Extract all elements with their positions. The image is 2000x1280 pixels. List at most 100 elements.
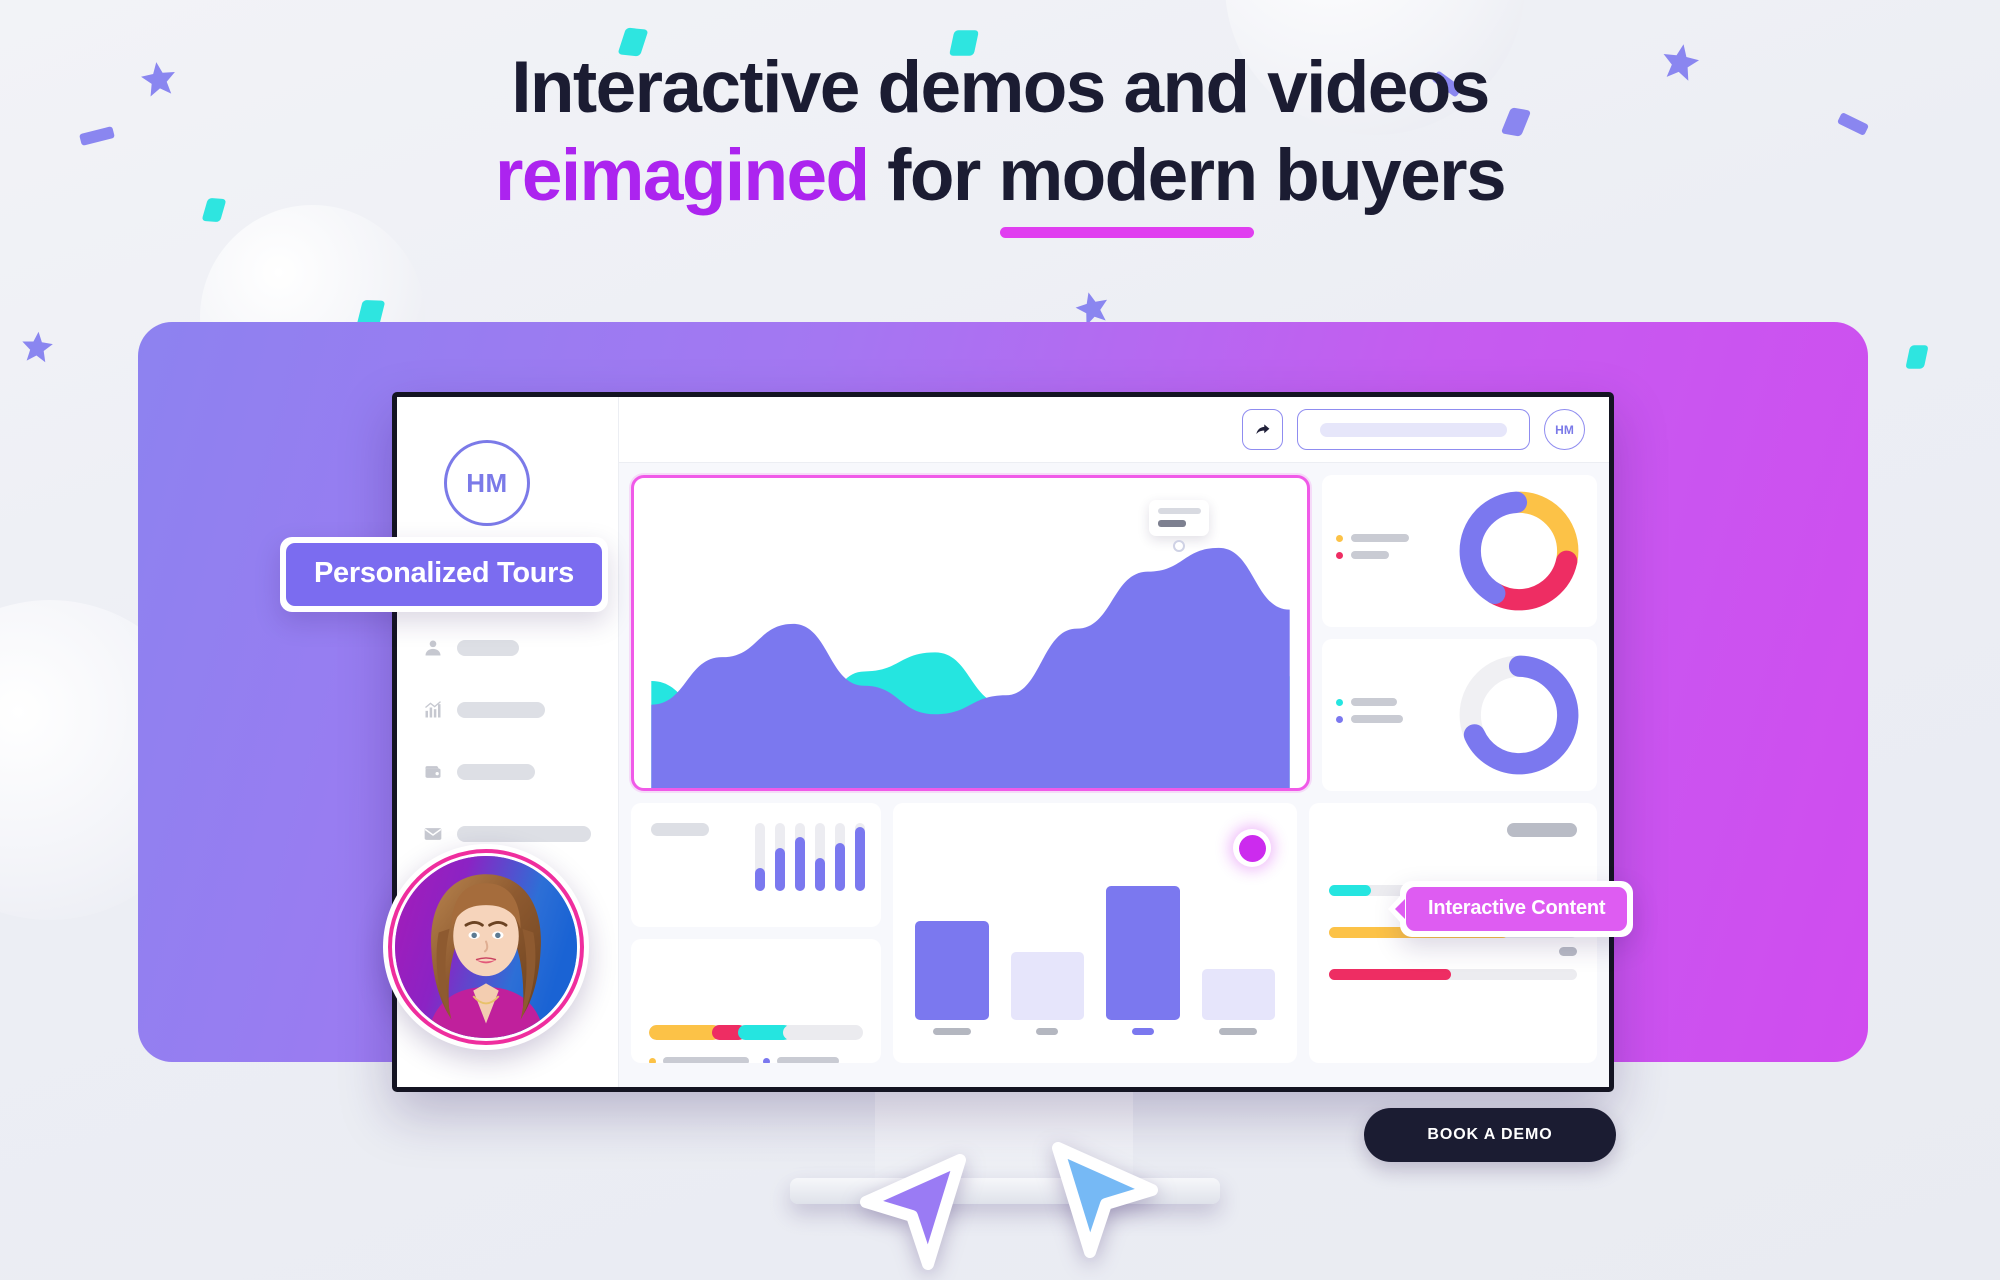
chart-tooltip	[1149, 500, 1209, 536]
confetti-diamond-icon	[1905, 345, 1929, 369]
progress-value-bar	[1559, 947, 1577, 956]
legend-item	[649, 1057, 749, 1063]
callout-tours-label: Personalized Tours	[286, 543, 602, 606]
donut-legend-1	[1336, 534, 1455, 568]
legend-label-bar	[1351, 551, 1389, 559]
legend-item	[1336, 715, 1455, 723]
legend-label-bar	[1351, 715, 1403, 723]
legend-dot	[649, 1057, 656, 1063]
book-demo-button[interactable]: BOOK A DEMO	[1364, 1108, 1616, 1162]
legend-dot	[1336, 698, 1343, 706]
headline-text-buyers: buyers	[1256, 135, 1506, 216]
book-demo-label: BOOK A DEMO	[1427, 1126, 1553, 1143]
card-title-bar	[651, 823, 709, 836]
cursor-purple-icon	[858, 1148, 978, 1278]
topbar-avatar[interactable]: HM	[1544, 409, 1585, 450]
legend-item	[763, 1057, 839, 1063]
bar-chart-column[interactable]	[1010, 952, 1084, 1035]
card-title-bar	[1507, 823, 1577, 837]
hero-banner: Interactive demos and videos reimagined …	[0, 0, 2000, 1280]
bar-chart-column[interactable]	[915, 921, 989, 1035]
sparkline-fill	[755, 868, 765, 891]
bar-chart	[915, 831, 1275, 1035]
sidebar-item-label-bar	[457, 764, 535, 780]
sidebar-item-mail[interactable]	[423, 823, 603, 845]
stacked-bar-card[interactable]	[631, 939, 881, 1063]
bar-rect	[1201, 969, 1275, 1020]
highlight-dot[interactable]	[1233, 829, 1271, 867]
sparkline-fill	[855, 827, 865, 891]
legend-item	[1336, 698, 1455, 706]
presenter-avatar[interactable]	[383, 844, 589, 1050]
callout-content-label: Interactive Content	[1406, 887, 1628, 931]
headline-line-2: reimagined for modern buyers	[0, 132, 2000, 238]
donut-chart-card-2[interactable]	[1322, 639, 1597, 791]
bar-chart-column[interactable]	[1106, 886, 1180, 1035]
sparkline-bars	[755, 823, 865, 891]
bar-label-bar	[1219, 1028, 1258, 1035]
sidebar-item-wallet[interactable]	[423, 761, 603, 783]
legend-dot	[1336, 551, 1343, 559]
callout-personalized-tours[interactable]: Personalized Tours	[280, 537, 608, 612]
sidebar-avatar-initials: HM	[466, 467, 508, 498]
share-icon[interactable]	[1242, 409, 1283, 450]
donut-legend-2	[1336, 698, 1455, 732]
headline-underline-text: modern	[998, 135, 1258, 216]
legend-label-bar	[777, 1057, 839, 1063]
stacked-bar-legend	[649, 1057, 839, 1063]
search-input[interactable]	[1297, 409, 1530, 450]
bar-label-bar	[1131, 1028, 1154, 1035]
headline-line-1: Interactive demos and videos	[511, 47, 1490, 128]
sparkline-track	[775, 823, 785, 891]
sparkline-track	[815, 823, 825, 891]
legend-item	[1336, 534, 1455, 542]
bar-chart-card[interactable]	[893, 803, 1297, 1063]
chart-data-point[interactable]	[1173, 540, 1185, 552]
donut-column	[1322, 475, 1597, 791]
legend-dot	[1336, 534, 1343, 542]
sidebar-item-user[interactable]	[423, 637, 603, 659]
legend-dot	[1336, 715, 1343, 723]
sparkline-fill	[795, 837, 805, 891]
user-icon	[423, 638, 443, 658]
bar-rect	[1106, 886, 1180, 1020]
stacked-bar-segment	[783, 1025, 839, 1040]
callout-notch	[1395, 899, 1405, 919]
bar-chart-column[interactable]	[1201, 969, 1275, 1035]
progress-track	[1329, 947, 1577, 980]
legend-label-bar	[1351, 534, 1409, 542]
mail-icon	[423, 824, 443, 844]
sidebar-item-analytics[interactable]	[423, 699, 603, 721]
progress-fill	[1329, 885, 1372, 896]
stacked-bar-segment	[649, 1025, 720, 1040]
bar-label-bar	[932, 1028, 971, 1035]
donut-ring-2	[1455, 651, 1583, 779]
app-topbar: HM	[619, 397, 1609, 463]
donut-chart-card-1[interactable]	[1322, 475, 1597, 627]
sparkline-track	[835, 823, 845, 891]
progress-row	[1329, 947, 1577, 980]
headline-underline-bar	[1000, 227, 1255, 238]
callout-interactive-content[interactable]: Interactive Content	[1395, 881, 1634, 937]
sidebar-avatar[interactable]: HM	[444, 440, 530, 526]
sparkline-track	[795, 823, 805, 891]
analytics-icon	[423, 700, 443, 720]
highlight-dot-inner	[1238, 834, 1266, 862]
sidebar-item-label-bar	[457, 640, 519, 656]
tooltip-line-1	[1158, 508, 1201, 514]
search-placeholder-bar	[1320, 422, 1507, 437]
confetti-star-icon	[18, 329, 55, 371]
sparkline-track	[755, 823, 765, 891]
tooltip-line-2	[1158, 520, 1186, 527]
sparkline-card[interactable]	[631, 803, 881, 927]
legend-label-bar	[663, 1057, 749, 1063]
sparkline-fill	[775, 848, 785, 891]
sidebar-item-label-bar	[457, 826, 591, 842]
hero-headline: Interactive demos and videos reimagined …	[0, 44, 2000, 238]
area-chart-card[interactable]	[631, 475, 1310, 791]
stacked-bar	[649, 1025, 863, 1040]
sparkline-fill	[815, 858, 825, 891]
sidebar-item-label-bar	[457, 702, 545, 718]
legend-dot	[763, 1057, 770, 1063]
presenter-photo	[395, 856, 577, 1038]
